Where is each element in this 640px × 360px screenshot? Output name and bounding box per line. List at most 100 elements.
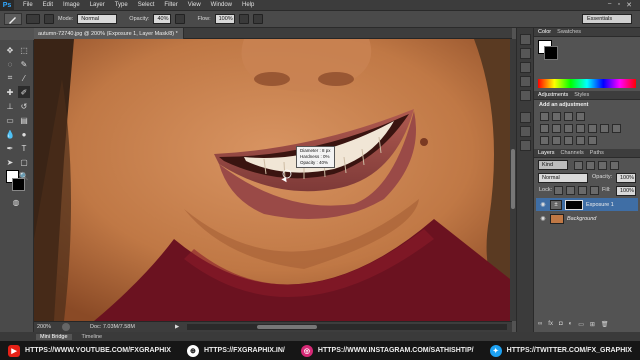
eraser-tool-icon[interactable]: ▭ bbox=[4, 114, 16, 126]
link-layers-icon[interactable]: ∞ bbox=[538, 321, 542, 328]
dodge-tool-icon[interactable]: ● bbox=[18, 128, 30, 140]
swatches-tab[interactable]: Swatches bbox=[557, 29, 581, 35]
pressure-size-icon[interactable] bbox=[252, 14, 263, 24]
hue-saturation-icon[interactable] bbox=[552, 124, 561, 133]
lasso-tool-icon[interactable]: ◌ bbox=[4, 58, 16, 70]
layer-row-background[interactable]: ◉ Background bbox=[536, 212, 638, 225]
properties-panel-icon[interactable] bbox=[520, 48, 531, 59]
document-tab[interactable]: autumn-72740.jpg @ 200% (Exposure 1, Lay… bbox=[34, 28, 184, 39]
curves-icon[interactable] bbox=[564, 112, 573, 121]
menu-view[interactable]: View bbox=[183, 2, 206, 8]
paragraph-panel-icon[interactable] bbox=[520, 90, 531, 101]
menu-select[interactable]: Select bbox=[133, 2, 160, 8]
pressure-opacity-icon[interactable] bbox=[175, 14, 186, 24]
image-canvas[interactable]: Diameter : 8 px Hardness : 0% Opacity : … bbox=[34, 39, 510, 321]
layer-row-exposure[interactable]: ◉ ± Exposure 1 bbox=[536, 198, 638, 211]
add-mask-icon[interactable]: ◘ bbox=[559, 321, 563, 328]
airbrush-icon[interactable] bbox=[238, 14, 249, 24]
flow-field[interactable]: 100% bbox=[214, 14, 235, 24]
adjustments-tab[interactable]: Adjustments bbox=[538, 92, 568, 98]
lock-pixels-icon[interactable] bbox=[566, 186, 575, 195]
gradient-tool-icon[interactable]: ▤ bbox=[18, 114, 30, 126]
crop-tool-icon[interactable]: ⌗ bbox=[4, 72, 16, 84]
new-adjustment-icon[interactable]: ◐ bbox=[569, 321, 573, 328]
menu-layer[interactable]: Layer bbox=[85, 2, 110, 8]
layer-mask-thumbnail[interactable] bbox=[565, 199, 583, 210]
history-panel-icon[interactable] bbox=[520, 34, 531, 45]
paths-tab[interactable]: Paths bbox=[590, 150, 604, 156]
youtube-link[interactable]: ▶ HTTPS://WWW.YOUTUBE.COM/FXGRAPHIX bbox=[8, 344, 171, 357]
clone-stamp-tool-icon[interactable]: ⊥ bbox=[4, 100, 16, 112]
type-tool-icon[interactable]: T bbox=[18, 142, 30, 154]
eyedropper-tool-icon[interactable]: ⁄ bbox=[18, 72, 30, 84]
lock-transparent-icon[interactable] bbox=[554, 186, 563, 195]
pen-tool-icon[interactable]: ✒ bbox=[4, 142, 16, 154]
status-info-icon[interactable] bbox=[62, 323, 70, 331]
twitter-link[interactable]: ✦ HTTPS://TWITTER.COM/FX_GRAPHIX bbox=[489, 344, 632, 357]
vibrance-icon[interactable] bbox=[540, 124, 549, 133]
brush-panel-toggle-icon[interactable] bbox=[44, 14, 54, 24]
shape-tool-icon[interactable]: ▢ bbox=[18, 156, 30, 168]
quick-mask-icon[interactable]: ◍ bbox=[10, 196, 22, 208]
workspace-dropdown[interactable]: Essentials bbox=[582, 14, 632, 24]
pixel-filter-icon[interactable] bbox=[574, 161, 583, 170]
channels-tab[interactable]: Channels bbox=[561, 150, 584, 156]
maximize-button[interactable]: ▫ bbox=[618, 1, 620, 9]
styles-tab[interactable]: Styles bbox=[574, 92, 589, 98]
lock-position-icon[interactable] bbox=[578, 186, 587, 195]
exposure-icon[interactable] bbox=[576, 112, 585, 121]
opacity-field[interactable]: 40% bbox=[153, 14, 172, 24]
threshold-icon[interactable] bbox=[564, 136, 573, 145]
menu-image[interactable]: Image bbox=[58, 2, 85, 8]
fill-field[interactable]: 100% bbox=[616, 186, 636, 196]
mini-bridge-tab[interactable]: Mini Bridge bbox=[36, 333, 72, 340]
menu-file[interactable]: File bbox=[18, 2, 38, 8]
menu-edit[interactable]: Edit bbox=[38, 2, 58, 8]
layer-filter-kind[interactable]: Kind bbox=[538, 160, 568, 170]
close-button[interactable]: ✕ bbox=[626, 1, 632, 9]
color-lookup-icon[interactable] bbox=[612, 124, 621, 133]
gradient-map-icon[interactable] bbox=[576, 136, 585, 145]
info-panel-icon[interactable] bbox=[520, 62, 531, 73]
color-panel-background[interactable] bbox=[544, 46, 558, 60]
brush-tool-icon[interactable]: ✐ bbox=[18, 86, 30, 98]
shape-filter-icon[interactable] bbox=[610, 161, 619, 170]
scrollbar-thumb[interactable] bbox=[511, 149, 515, 209]
zoom-level[interactable]: 200% bbox=[34, 324, 56, 330]
new-layer-icon[interactable]: ⊞ bbox=[590, 321, 595, 328]
layer-opacity-field[interactable]: 100% bbox=[616, 173, 636, 183]
posterize-icon[interactable] bbox=[552, 136, 561, 145]
menu-type[interactable]: Type bbox=[110, 2, 133, 8]
black-white-icon[interactable] bbox=[576, 124, 585, 133]
photo-filter-icon[interactable] bbox=[588, 124, 597, 133]
blend-mode-dropdown[interactable]: Normal bbox=[538, 173, 588, 183]
color-balance-icon[interactable] bbox=[564, 124, 573, 133]
brush-panel-icon[interactable] bbox=[520, 112, 531, 123]
menu-window[interactable]: Window bbox=[206, 2, 237, 8]
timeline-tab[interactable]: Timeline bbox=[82, 334, 103, 340]
lock-all-icon[interactable] bbox=[590, 186, 599, 195]
instagram-link[interactable]: ◎ HTTPS://WWW.INSTAGRAM.COM/SATHISHTIP/ bbox=[300, 344, 474, 357]
actions-panel-icon[interactable] bbox=[520, 140, 531, 151]
clone-source-panel-icon[interactable] bbox=[520, 126, 531, 137]
background-color-swatch[interactable] bbox=[12, 178, 25, 191]
menu-filter[interactable]: Filter bbox=[159, 2, 182, 8]
blur-tool-icon[interactable]: 💧 bbox=[4, 128, 16, 140]
character-panel-icon[interactable] bbox=[520, 76, 531, 87]
move-tool-icon[interactable]: ✥ bbox=[4, 44, 16, 56]
levels-icon[interactable] bbox=[552, 112, 561, 121]
color-spectrum[interactable] bbox=[538, 79, 636, 88]
horizontal-scrollbar[interactable] bbox=[187, 324, 508, 330]
path-select-tool-icon[interactable]: ➤ bbox=[4, 156, 16, 168]
h-scrollbar-thumb[interactable] bbox=[257, 325, 318, 329]
mode-dropdown[interactable]: Normal bbox=[77, 14, 118, 24]
layers-tab[interactable]: Layers bbox=[538, 150, 555, 156]
healing-tool-icon[interactable]: ✚ bbox=[4, 86, 16, 98]
menu-help[interactable]: Help bbox=[237, 2, 259, 8]
channel-mixer-icon[interactable] bbox=[600, 124, 609, 133]
delete-layer-icon[interactable]: 🗑 bbox=[601, 321, 609, 328]
selective-color-icon[interactable] bbox=[588, 136, 597, 145]
type-filter-icon[interactable] bbox=[598, 161, 607, 170]
adjustment-filter-icon[interactable] bbox=[586, 161, 595, 170]
brightness-contrast-icon[interactable] bbox=[540, 112, 549, 121]
